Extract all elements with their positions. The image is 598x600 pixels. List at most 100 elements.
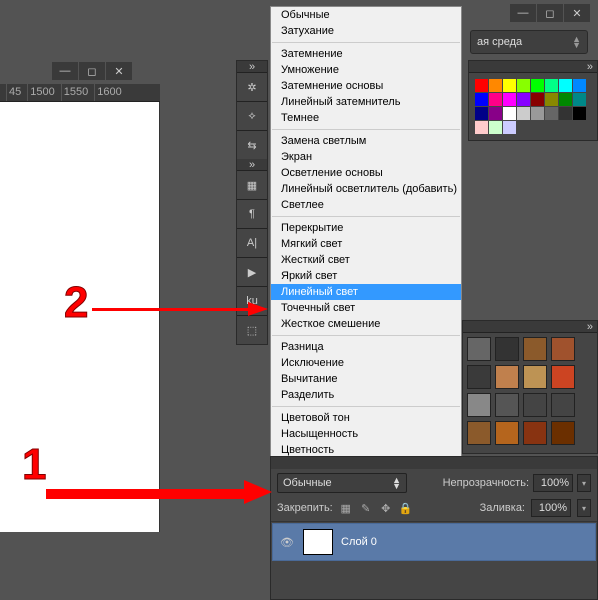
blend-mode-option[interactable]: Жесткое смешение <box>271 316 461 332</box>
brushes-icon[interactable]: ⟡ <box>237 102 267 130</box>
style-swatch[interactable] <box>495 365 519 389</box>
blend-mode-option[interactable]: Экран <box>271 149 461 165</box>
slider-icon[interactable]: ⬚ <box>237 316 267 344</box>
style-swatch[interactable] <box>467 421 491 445</box>
swatch[interactable] <box>503 121 516 134</box>
blend-mode-option[interactable]: Точечный свет <box>271 300 461 316</box>
opacity-flyout-button[interactable]: ▾ <box>577 474 591 492</box>
minimize-button[interactable]: — <box>510 4 536 22</box>
swatch[interactable] <box>531 107 544 120</box>
character-icon[interactable]: A| <box>237 229 267 257</box>
style-swatch[interactable] <box>467 337 491 361</box>
swatch[interactable] <box>503 107 516 120</box>
layers-icon[interactable]: ▦ <box>237 171 267 199</box>
swatch[interactable] <box>475 121 488 134</box>
swatch[interactable] <box>573 107 586 120</box>
swatch[interactable] <box>545 107 558 120</box>
swatch[interactable] <box>531 93 544 106</box>
doc-minimize-button[interactable]: — <box>52 62 78 80</box>
fill-field[interactable]: 100% <box>531 499 571 517</box>
blend-mode-option[interactable]: Перекрытие <box>271 220 461 236</box>
lock-transparency-icon[interactable]: ▦ <box>339 501 353 515</box>
layer-thumbnail[interactable] <box>303 529 333 555</box>
blend-mode-select[interactable]: Обычные ▲▼ <box>277 473 407 493</box>
blend-mode-option[interactable]: Исключение <box>271 355 461 371</box>
swatch[interactable] <box>503 79 516 92</box>
paragraph-icon[interactable]: ¶ <box>237 200 267 228</box>
blend-mode-option[interactable]: Затемнение <box>271 46 461 62</box>
style-swatch[interactable] <box>551 337 575 361</box>
doc-close-button[interactable]: ✕ <box>106 62 132 80</box>
style-swatch[interactable] <box>523 337 547 361</box>
blend-mode-option[interactable]: Вычитание <box>271 371 461 387</box>
swatch[interactable] <box>531 79 544 92</box>
blend-mode-option[interactable]: Линейный осветлитель (добавить) <box>271 181 461 197</box>
swatch[interactable] <box>475 79 488 92</box>
swatch[interactable] <box>517 93 530 106</box>
blend-mode-option[interactable]: Обычные <box>271 7 461 23</box>
style-swatch[interactable] <box>551 393 575 417</box>
blend-mode-option[interactable]: Яркий свет <box>271 268 461 284</box>
style-swatch[interactable] <box>551 365 575 389</box>
swatch[interactable] <box>573 79 586 92</box>
swatch[interactable] <box>517 107 530 120</box>
panel-strip-grip-2[interactable]: » <box>237 159 267 171</box>
visibility-toggle-icon[interactable]: 👁 <box>279 534 295 550</box>
play-icon[interactable]: ▶ <box>237 258 267 286</box>
swatch[interactable] <box>475 107 488 120</box>
swatch[interactable] <box>503 93 516 106</box>
fill-flyout-button[interactable]: ▾ <box>577 499 591 517</box>
swatch[interactable] <box>489 107 502 120</box>
doc-maximize-button[interactable]: ◻ <box>79 62 105 80</box>
lock-position-icon[interactable]: ✥ <box>379 501 393 515</box>
blend-mode-option[interactable]: Линейный затемнитель <box>271 94 461 110</box>
styles-panel-grip[interactable]: » <box>463 321 597 333</box>
style-swatch[interactable] <box>523 393 547 417</box>
swatch[interactable] <box>545 79 558 92</box>
style-swatch[interactable] <box>551 421 575 445</box>
blend-mode-option[interactable]: Затемнение основы <box>271 78 461 94</box>
style-swatch[interactable] <box>467 365 491 389</box>
blend-mode-option[interactable]: Линейный свет <box>271 284 461 300</box>
style-swatch[interactable] <box>467 393 491 417</box>
style-swatch[interactable] <box>523 421 547 445</box>
blend-mode-option[interactable]: Темнее <box>271 110 461 126</box>
blend-mode-option[interactable]: Разделить <box>271 387 461 403</box>
swatches-panel-grip[interactable]: » <box>469 61 597 73</box>
swatch[interactable] <box>559 93 572 106</box>
style-swatch[interactable] <box>495 393 519 417</box>
blend-mode-option[interactable]: Мягкий свет <box>271 236 461 252</box>
panel-strip-grip[interactable]: » <box>237 61 267 73</box>
blend-mode-option[interactable]: Затухание <box>271 23 461 39</box>
blend-mode-option[interactable]: Цветовой тон <box>271 410 461 426</box>
blend-mode-option[interactable]: Осветление основы <box>271 165 461 181</box>
lock-pixels-icon[interactable]: ✎ <box>359 501 373 515</box>
swatch[interactable] <box>545 93 558 106</box>
swatch[interactable] <box>573 93 586 106</box>
blend-mode-option[interactable]: Умножение <box>271 62 461 78</box>
layer-row[interactable]: 👁 Слой 0 <box>272 523 596 561</box>
close-button[interactable]: ✕ <box>564 4 590 22</box>
swatch[interactable] <box>475 93 488 106</box>
style-swatch[interactable] <box>495 421 519 445</box>
blend-mode-option[interactable]: Замена светлым <box>271 133 461 149</box>
lock-all-icon[interactable]: 🔒 <box>399 501 413 515</box>
blend-mode-option[interactable]: Разница <box>271 339 461 355</box>
blend-mode-option[interactable]: Светлее <box>271 197 461 213</box>
style-swatch[interactable] <box>495 337 519 361</box>
swatch[interactable] <box>559 79 572 92</box>
swatch[interactable] <box>559 107 572 120</box>
blend-mode-option[interactable]: Жесткий свет <box>271 252 461 268</box>
wheel-icon[interactable]: ✲ <box>237 73 267 101</box>
blend-mode-option[interactable]: Насыщенность <box>271 426 461 442</box>
maximize-button[interactable]: ◻ <box>537 4 563 22</box>
opacity-field[interactable]: 100% <box>533 474 573 492</box>
workspace-select[interactable]: ая среда ▲▼ <box>470 30 588 54</box>
swap-icon[interactable]: ⇆ <box>237 131 267 159</box>
style-swatch[interactable] <box>523 365 547 389</box>
swatch[interactable] <box>489 121 502 134</box>
swatch[interactable] <box>517 79 530 92</box>
swatch[interactable] <box>489 93 502 106</box>
swatch[interactable] <box>489 79 502 92</box>
layers-panel-grip[interactable] <box>271 457 597 469</box>
